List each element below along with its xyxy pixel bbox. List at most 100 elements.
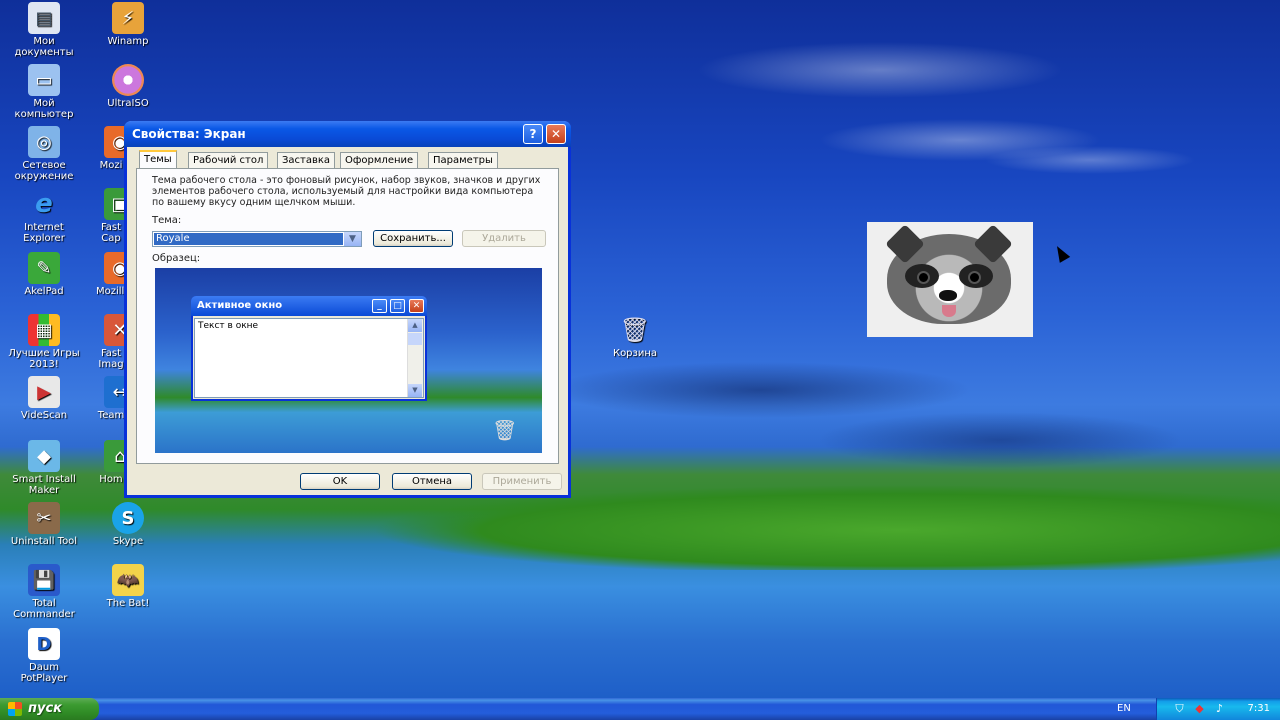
scroll-down-icon: ▼ — [408, 384, 422, 397]
raccoon-picture — [867, 222, 1033, 337]
desktop-icon-faststone-image[interactable]: ✕ Fast Imag — [96, 314, 126, 370]
dialog-titlebar[interactable]: Свойства: Экран ? ✕ — [124, 121, 571, 147]
volume-icon[interactable]: ♪ — [1213, 702, 1226, 715]
themes-description: Тема рабочего стола - это фоновый рисуно… — [152, 175, 541, 208]
icon-label: Daum PotPlayer — [20, 662, 68, 684]
desktop-icon-mozilla[interactable]: ◉ Mozilla — [96, 252, 126, 297]
desktop-icon-my-documents[interactable]: ▤ Мои документы — [3, 2, 85, 58]
icon-label: Лучшие Игры 2013! — [8, 348, 80, 370]
games-icon: ▦ — [28, 314, 60, 346]
scroll-thumb — [408, 333, 422, 345]
cancel-button[interactable]: Отмена — [392, 473, 472, 490]
desktop-icon-network[interactable]: ◎ Сетевое окружение — [3, 126, 85, 182]
icon-label: Fast Cap — [100, 222, 122, 244]
icon-label: Uninstall Tool — [10, 536, 78, 547]
icon-label: Mozi — [99, 160, 123, 171]
maximize-icon: □ — [390, 299, 405, 313]
videoscan-icon: ▶ — [28, 376, 60, 408]
icon-label: Smart Install Maker — [12, 474, 76, 496]
icon-label: Winamp — [107, 36, 149, 47]
icon-label: Fast Imag — [98, 348, 124, 370]
theme-dropdown[interactable]: Royale ▼ — [152, 231, 362, 247]
desktop-icon-faststone-capture[interactable]: ▣ Fast Cap — [96, 188, 126, 244]
network-icon: ◎ — [28, 126, 60, 158]
desktop-icon-recycle-bin[interactable]: 🗑 Корзина — [594, 314, 676, 360]
recycle-bin-icon: 🗑 — [619, 315, 651, 344]
delete-theme-button[interactable]: Удалить — [462, 230, 546, 247]
uninstall-icon: ✂ — [28, 502, 60, 534]
smart-install-icon: ◆ — [28, 440, 60, 472]
raccoon-eye-left — [917, 271, 930, 284]
desktop-icon-my-computer[interactable]: ▭ Мой компьютер — [3, 64, 85, 120]
language-indicator[interactable]: EN — [1117, 698, 1131, 720]
ultraiso-icon — [112, 64, 144, 96]
icon-label: Сетевое окружение — [14, 160, 74, 182]
icon-label: Мои документы — [14, 36, 74, 58]
save-theme-button[interactable]: Сохранить... — [373, 230, 453, 247]
theme-preview: Активное окно _ □ ✕ Текст в окне ▲ ▼ 🗑 — [155, 268, 542, 453]
tab-appearance[interactable]: Оформление — [340, 152, 419, 168]
icon-label: Корзина — [612, 348, 658, 359]
desktop-icon-winamp[interactable]: ⚡ Winamp — [87, 2, 169, 47]
system-tray: ⛉ ◆ ♪ 7:31 — [1156, 698, 1280, 720]
close-button[interactable]: ✕ — [546, 124, 566, 144]
theme-label: Тема: — [152, 215, 182, 226]
akelpad-icon: ✎ — [28, 252, 60, 284]
desktop-icon-teamviewer[interactable]: ↔ Team — [96, 376, 126, 421]
scroll-up-icon: ▲ — [408, 319, 422, 332]
desktop-icon-total-commander[interactable]: 💾 Total Commander — [3, 564, 85, 620]
start-button[interactable]: пуск — [0, 698, 99, 720]
theme-dropdown-value: Royale — [154, 233, 343, 245]
icon-label: The Bat! — [106, 598, 150, 609]
icon-label: UltraISO — [107, 98, 149, 109]
raccoon-tongue — [942, 305, 956, 317]
security-shield-icon[interactable]: ⛉ — [1173, 702, 1186, 715]
mouse-cursor-icon — [1051, 243, 1071, 263]
close-icon: ✕ — [409, 299, 424, 313]
desktop-icon-internet-explorer[interactable]: e Internet Explorer — [3, 188, 85, 245]
mozilla-icon: ◉ — [104, 126, 126, 158]
icon-label: Skype — [112, 536, 144, 547]
desktop-icon-potplayer[interactable]: D Daum PotPlayer — [3, 628, 85, 684]
help-button[interactable]: ? — [523, 124, 543, 144]
my-documents-icon: ▤ — [28, 2, 60, 34]
raccoon-face — [885, 224, 1013, 324]
chevron-down-icon[interactable]: ▼ — [343, 232, 361, 246]
themes-tab-panel: Тема рабочего стола - это фоновый рисуно… — [136, 168, 559, 464]
icon-label: Hom — [99, 474, 123, 485]
ok-button[interactable]: OK — [300, 473, 380, 490]
desktop-icon-smart-install[interactable]: ◆ Smart Install Maker — [3, 440, 85, 496]
desktop: ▤ Мои документы ▭ Мой компьютер ◎ Сетево… — [0, 0, 1280, 698]
tab-themes[interactable]: Темы — [139, 150, 177, 169]
desktop-icon-uninstall-tool[interactable]: ✂ Uninstall Tool — [3, 502, 85, 547]
tab-desktop[interactable]: Рабочий стол — [188, 152, 269, 168]
raccoon-ear-left — [885, 224, 925, 264]
desktop-icon-videoscan[interactable]: ▶ VideScan — [3, 376, 85, 421]
preview-window-text: Текст в окне — [198, 321, 259, 331]
icon-label: Internet Explorer — [23, 222, 65, 244]
preview-window-body: Текст в окне ▲ ▼ — [194, 318, 424, 398]
desktop-icon-skype[interactable]: S Skype — [87, 502, 169, 547]
desktop-icon-akelpad[interactable]: ✎ AkelPad — [3, 252, 85, 297]
teamviewer-icon: ↔ — [104, 376, 126, 408]
thebat-icon: 🦇 — [112, 564, 144, 596]
tab-screensaver[interactable]: Заставка — [277, 152, 336, 168]
skype-icon: S — [112, 502, 144, 534]
windows-logo-icon — [8, 702, 22, 716]
preview-scrollbar: ▲ ▼ — [407, 319, 423, 397]
tab-settings[interactable]: Параметры — [428, 152, 498, 168]
raccoon-eye-right — [968, 271, 981, 284]
ie-icon: e — [35, 188, 53, 219]
alert-shield-icon[interactable]: ◆ — [1193, 702, 1206, 715]
desktop-icon-home[interactable]: ⌂ Hom — [96, 440, 126, 485]
desktop-icon-ultraiso[interactable]: UltraISO — [87, 64, 169, 109]
display-properties-dialog: Свойства: Экран ? ✕ Темы Рабочий стол За… — [124, 121, 571, 498]
apply-button[interactable]: Применить — [482, 473, 562, 490]
desktop-icon-games[interactable]: ▦ Лучшие Игры 2013! — [3, 314, 85, 370]
raccoon-nose — [939, 290, 957, 301]
mozilla-icon: ◉ — [104, 252, 126, 284]
desktop-icon-mozilla-partial[interactable]: ◉ Mozi — [96, 126, 126, 171]
clock[interactable]: 7:31 — [1248, 698, 1270, 720]
recycle-bin-icon: 🗑 — [492, 418, 518, 442]
desktop-icon-thebat[interactable]: 🦇 The Bat! — [87, 564, 169, 609]
